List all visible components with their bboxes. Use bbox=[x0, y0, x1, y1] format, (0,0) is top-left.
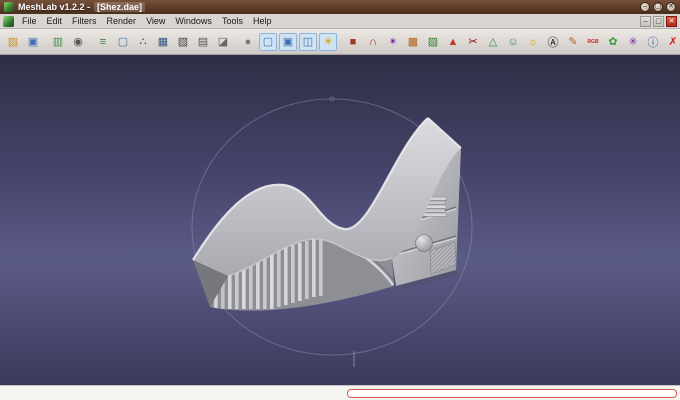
menu-windows[interactable]: Windows bbox=[170, 15, 217, 27]
trackball-icon[interactable]: ◫ bbox=[299, 32, 317, 51]
fancy-light-icon[interactable]: ☼ bbox=[524, 33, 542, 51]
mdi-minimize-button[interactable]: – bbox=[640, 15, 651, 27]
flat-lines-icon[interactable]: ▤ bbox=[194, 33, 212, 51]
main-toolbar: ▨▣▥◉≡▢∴▦▧▤◪●▢▣◫☀■∩✴▩▨▲✂△☺☼Ⓐ✎RGB✿✳ⓘ✗» bbox=[0, 29, 680, 55]
wireframe-icon[interactable]: ▦ bbox=[154, 33, 172, 51]
snapshot-icon[interactable]: ◉ bbox=[69, 33, 87, 51]
window-controls: – ▢ ✕ bbox=[640, 2, 676, 12]
texture-image-icon[interactable]: ▨ bbox=[424, 33, 442, 51]
select-face-icon[interactable]: △ bbox=[484, 33, 502, 51]
cut-mesh-icon[interactable]: ✂ bbox=[464, 33, 482, 51]
mdi-controls: – ▢ ✕ bbox=[640, 15, 677, 27]
menu-render[interactable]: Render bbox=[102, 15, 142, 27]
rgb-paint-icon[interactable]: RGB bbox=[584, 33, 602, 51]
smooth-surface-icon[interactable]: ☺ bbox=[504, 33, 522, 51]
menu-filters[interactable]: Filters bbox=[67, 15, 102, 27]
mesh-quality-icon[interactable]: ▲ bbox=[444, 33, 462, 51]
points-icon[interactable]: ∴ bbox=[134, 33, 152, 51]
menu-view[interactable]: View bbox=[141, 15, 170, 27]
minimize-button[interactable]: – bbox=[640, 2, 650, 12]
info-icon[interactable]: ⓘ bbox=[644, 33, 662, 51]
export-mesh-icon[interactable]: ▥ bbox=[49, 33, 67, 51]
open-icon[interactable]: ▨ bbox=[4, 33, 22, 51]
mdi-close-button[interactable]: ✕ bbox=[666, 15, 677, 27]
viewport-3d[interactable] bbox=[0, 55, 680, 385]
title-bar[interactable]: MeshLab v1.2.2 - [Shez.dae] – ▢ ✕ bbox=[0, 0, 680, 14]
sphere-ornament bbox=[415, 234, 433, 252]
meshlab-window: MeshLab v1.2.2 - [Shez.dae] – ▢ ✕ File Ed… bbox=[0, 0, 680, 400]
paint-icon[interactable]: ✎ bbox=[564, 33, 582, 51]
bbox-icon[interactable]: ▢ bbox=[114, 33, 132, 51]
mesh-model bbox=[192, 117, 462, 311]
menu-items: File Edit Filters Render View Windows Tools Hel… bbox=[17, 15, 276, 27]
backface-cull-icon[interactable]: ■ bbox=[344, 33, 362, 51]
decorators-icon[interactable]: ✴ bbox=[384, 33, 402, 51]
progress-bar bbox=[347, 388, 677, 398]
menu-tools[interactable]: Tools bbox=[217, 15, 248, 27]
menu-edit[interactable]: Edit bbox=[42, 15, 68, 27]
background-image-icon[interactable]: ▩ bbox=[404, 33, 422, 51]
document-title: [Shez.dae] bbox=[94, 2, 146, 12]
ortho-view-icon[interactable]: ▢ bbox=[259, 32, 277, 51]
meshlab-logo-icon bbox=[4, 2, 14, 12]
smooth-shading-icon[interactable]: ● bbox=[239, 33, 257, 51]
menu-help[interactable]: Help bbox=[248, 15, 277, 27]
window-title: MeshLab v1.2.2 - bbox=[18, 2, 91, 12]
perspective-view-icon[interactable]: ▣ bbox=[279, 32, 297, 51]
color-fill-icon[interactable]: ✿ bbox=[604, 33, 622, 51]
mdi-restore-button[interactable]: ▢ bbox=[653, 15, 664, 27]
menu-bar: File Edit Filters Render View Windows Tools Hel… bbox=[0, 14, 680, 29]
hidden-lines-icon[interactable]: ▧ bbox=[174, 33, 192, 51]
layers-icon[interactable]: ≡ bbox=[94, 33, 112, 51]
delete-mesh-icon[interactable]: ✗ bbox=[664, 33, 680, 51]
status-bar bbox=[0, 385, 680, 400]
light-icon[interactable]: ☀ bbox=[319, 32, 337, 51]
save-icon[interactable]: ▣ bbox=[24, 33, 42, 51]
ambient-occlusion-icon[interactable]: Ⓐ bbox=[544, 33, 562, 51]
scene-canvas bbox=[191, 96, 473, 367]
maximize-button[interactable]: ▢ bbox=[653, 2, 663, 12]
menu-file[interactable]: File bbox=[17, 15, 42, 27]
close-button[interactable]: ✕ bbox=[666, 2, 676, 12]
flat-shading-icon[interactable]: ◪ bbox=[214, 33, 232, 51]
splat-icon[interactable]: ✳ bbox=[624, 33, 642, 51]
snap-icon[interactable]: ∩ bbox=[364, 33, 382, 51]
document-icon bbox=[3, 15, 14, 27]
